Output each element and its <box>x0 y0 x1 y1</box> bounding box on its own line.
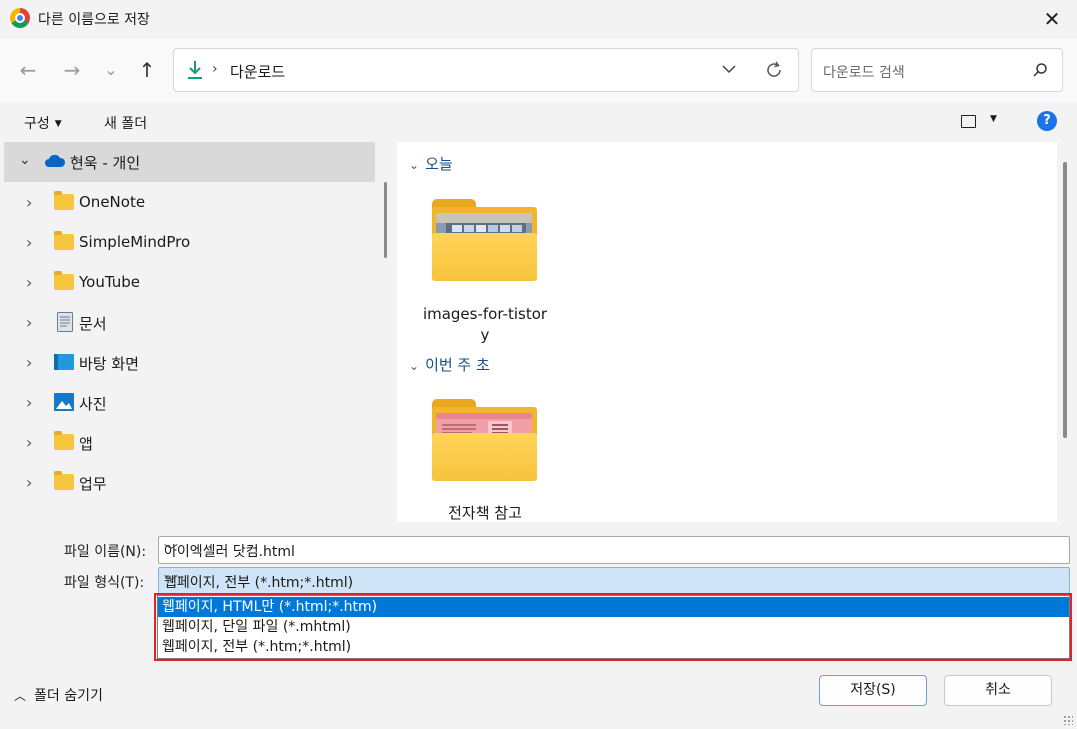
tree-root-label: 현욱 - 개인 <box>70 154 141 172</box>
tree-item-label: 문서 <box>79 315 107 333</box>
folder-name[interactable]: images-for-tistor y <box>415 304 555 346</box>
chevron-right-icon[interactable]: › <box>26 273 32 292</box>
hide-folders-button[interactable]: ︿ 폴더 숨기기 <box>14 685 103 705</box>
tree-item-documents[interactable]: › 문서 <box>0 302 380 342</box>
resize-grip[interactable] <box>1063 715 1073 725</box>
search-placeholder: 다운로드 검색 <box>823 65 905 81</box>
help-icon[interactable]: ? <box>1037 111 1057 131</box>
view-options-caret-icon[interactable]: ▼ <box>990 114 997 124</box>
file-list-pane: ⌄ 오늘 images-for-tistor y ⌄ 이번 주 초 전자책 참고 <box>397 142 1057 522</box>
tree-item-label: 바탕 화면 <box>79 355 139 373</box>
navigation-pane-scrollbar[interactable] <box>384 182 387 258</box>
folder-icon <box>54 271 74 290</box>
filetype-select[interactable]: 웹페이지, 전부 (*.htm;*.html) ﹀ <box>158 567 1070 594</box>
back-button[interactable]: ← <box>16 58 40 82</box>
command-bar: 구성 ▼ 새 폴더 ▼ <box>0 102 1077 142</box>
chevron-right-icon[interactable]: › <box>26 313 32 332</box>
hide-folders-label: 폴더 숨기기 <box>34 688 103 704</box>
organize-label: 구성 <box>24 116 50 132</box>
folder-icon <box>54 191 74 210</box>
tree-item-pictures[interactable]: › 사진 <box>0 382 380 422</box>
chevron-right-icon[interactable]: › <box>26 193 32 212</box>
breadcrumb-current[interactable]: 다운로드 <box>230 61 285 82</box>
tree-item-desktop[interactable]: › 바탕 화면 <box>0 342 380 382</box>
chevron-down-icon: ⌄ <box>409 359 420 373</box>
tree-item-label: SimpleMindPro <box>79 233 191 251</box>
folder-icon <box>54 471 74 490</box>
organize-button[interactable]: 구성 ▼ <box>24 113 62 133</box>
download-icon <box>188 61 202 79</box>
title-bar: 다른 이름으로 저장 ✕ <box>0 0 1077 38</box>
folder-thumbnail-ebook-reference[interactable] <box>432 399 537 483</box>
documents-icon <box>57 312 73 332</box>
group-header-today[interactable]: ⌄ 오늘 <box>409 153 453 174</box>
chevron-right-icon[interactable]: › <box>26 473 32 492</box>
chevron-down-icon[interactable]: ⌄ <box>19 152 31 168</box>
window-title: 다른 이름으로 저장 <box>38 12 150 28</box>
file-list-scrollbar[interactable] <box>1063 162 1067 438</box>
filename-field[interactable]: 아이엑셀러 닷컴.html ﹀ <box>158 536 1070 564</box>
tree-item-label: 업무 <box>79 475 107 493</box>
save-button[interactable]: 저장(S) <box>819 675 927 706</box>
tree-item-onedrive[interactable]: ⌄ 현욱 - 개인 <box>4 142 375 182</box>
recent-locations-button[interactable]: ⌄ <box>99 58 123 82</box>
tree-item-onenote[interactable]: › OneNote <box>0 182 380 222</box>
forward-button[interactable]: → <box>60 58 84 82</box>
tree-item-label: YouTube <box>79 273 140 291</box>
group-header-earlier-this-week[interactable]: ⌄ 이번 주 초 <box>409 354 490 375</box>
close-button[interactable]: ✕ <box>1039 6 1065 32</box>
cancel-button[interactable]: 취소 <box>944 675 1052 706</box>
address-bar[interactable]: › 다운로드 <box>173 48 799 92</box>
chevron-down-icon: ⌄ <box>409 158 420 172</box>
filename-label: 파일 이름(N): <box>64 544 147 560</box>
chevron-right-icon[interactable]: › <box>26 433 32 452</box>
onedrive-cloud-icon <box>45 154 66 167</box>
search-icon <box>1033 63 1047 77</box>
search-input[interactable]: 다운로드 검색 <box>811 48 1063 92</box>
chevron-up-icon: ︿ <box>14 689 27 703</box>
chevron-right-icon[interactable]: › <box>26 393 32 412</box>
folder-name-line2: y <box>480 326 490 344</box>
up-button[interactable]: ↑ <box>135 58 159 82</box>
chevron-down-icon[interactable]: ﹀ <box>164 541 1063 561</box>
chrome-icon <box>10 8 30 28</box>
chevron-down-icon[interactable] <box>719 59 739 79</box>
chevron-down-icon[interactable]: ﹀ <box>164 572 1063 592</box>
navigation-bar: ← → ⌄ ↑ › 다운로드 다운로드 검색 <box>0 38 1077 102</box>
chevron-right-icon[interactable]: › <box>26 353 32 372</box>
folder-thumbnail-images-for-tistory[interactable] <box>432 199 537 283</box>
folder-icon <box>54 431 74 450</box>
pictures-icon <box>54 393 74 411</box>
breadcrumb-separator: › <box>212 61 218 77</box>
folder-name-line1: 전자책 참고 <box>448 504 522 522</box>
tree-item-label: OneNote <box>79 193 146 211</box>
chevron-right-icon[interactable]: › <box>26 233 32 252</box>
folder-name[interactable]: 전자책 참고 <box>415 503 555 522</box>
folder-icon <box>54 231 74 250</box>
highlight-annotation-box <box>154 593 1072 661</box>
folder-name-line1: images-for-tistor <box>422 305 548 323</box>
refresh-icon[interactable] <box>764 60 784 80</box>
tree-item-youtube[interactable]: › YouTube <box>0 262 380 302</box>
tree-item-simplemindpro[interactable]: › SimpleMindPro <box>0 222 380 262</box>
tree-item-label: 사진 <box>79 395 107 413</box>
tree-item-work[interactable]: › 업무 <box>0 462 380 502</box>
navigation-pane: ⌄ 현욱 - 개인 › OneNote › SimpleMindPro › Yo… <box>0 142 390 522</box>
desktop-icon <box>54 354 74 370</box>
view-mode-icon[interactable] <box>961 115 976 128</box>
group-header-label: 이번 주 초 <box>425 356 490 374</box>
new-folder-button[interactable]: 새 폴더 <box>104 113 147 133</box>
caret-down-icon: ▼ <box>54 119 62 129</box>
tree-item-apps[interactable]: › 앱 <box>0 422 380 462</box>
filetype-label: 파일 형식(T): <box>64 575 145 591</box>
group-header-label: 오늘 <box>425 155 453 173</box>
tree-item-label: 앱 <box>79 435 93 453</box>
